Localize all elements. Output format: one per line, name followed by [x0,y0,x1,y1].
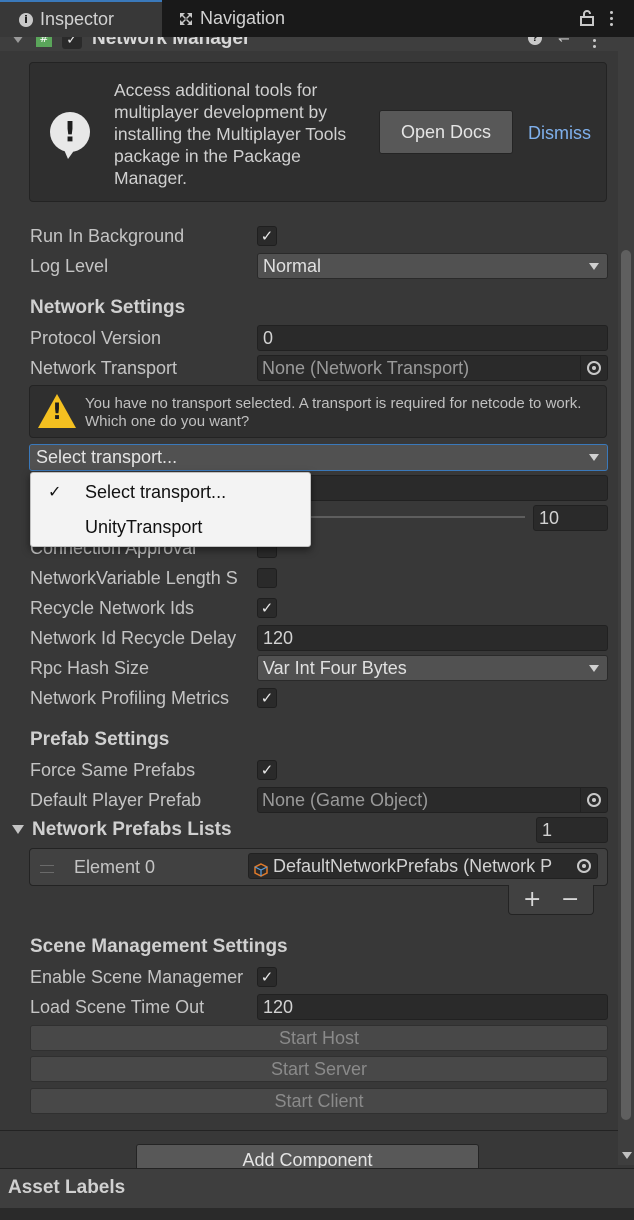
enable-scene-label: Enable Scene Managemer [30,967,244,987]
default-player-label: Default Player Prefab [30,790,202,810]
component-header: # ✓ Network Manager ? ⇌ [0,37,618,51]
profiling-label: Network Profiling Metrics [30,688,230,708]
help-icon[interactable]: ? [528,37,542,45]
prefab-list: Element 0 DefaultNetworkPrefabs (Network… [29,848,608,886]
drag-handle-icon[interactable] [40,865,54,873]
protocol-version-label: Protocol Version [30,328,162,348]
profiling-checkbox[interactable]: ✓ [257,688,277,708]
object-picker-icon[interactable] [587,793,601,807]
minus-icon[interactable]: − [561,887,579,912]
object-picker-icon[interactable] [587,361,601,375]
network-transport-field[interactable]: None (Network Transport) [257,355,608,381]
dismiss-link[interactable]: Dismiss [528,123,591,144]
select-transport-dropdown[interactable]: Select transport... [29,444,608,471]
prefab-settings-heading: Prefab Settings [30,729,170,750]
recycle-delay-label: Network Id Recycle Delay [30,628,237,648]
info-icon: i [18,12,34,28]
default-player-field[interactable]: None (Game Object) [257,787,608,813]
enabled-checkbox[interactable]: ✓ [62,37,82,49]
tools-helpbox: ! Access additional tools for multiplaye… [29,62,607,202]
tab-menu-icon[interactable] [610,11,614,26]
protocol-version-field[interactable]: 0 [257,325,608,351]
chevron-down-icon [589,454,599,461]
open-docs-button[interactable]: Open Docs [379,110,513,154]
list-add-remove: + − [508,885,594,915]
scrollbar-thumb[interactable] [621,250,631,1120]
presets-icon[interactable]: ⇌ [558,37,572,45]
load-timeout-field[interactable]: 120 [257,994,608,1020]
tab-inspector[interactable]: i Inspector [0,0,162,37]
start-server-button[interactable]: Start Server [30,1056,608,1082]
recycle-ids-checkbox[interactable]: ✓ [257,598,277,618]
rpc-hash-dropdown[interactable]: Var Int Four Bytes [257,655,608,681]
network-settings-heading: Network Settings [30,297,186,318]
chevron-down-icon [589,665,599,672]
log-level-label: Log Level [30,256,109,276]
network-transport-label: Network Transport [30,358,178,378]
navigation-icon [178,11,194,27]
object-picker-icon[interactable] [577,859,591,873]
prefab-lists-heading[interactable]: Network Prefabs Lists [32,819,232,841]
transport-popup-menu: ✓ Select transport... UnityTransport [30,472,311,547]
recycle-delay-field[interactable]: 120 [257,625,608,651]
start-host-button[interactable]: Start Host [30,1025,608,1051]
popup-item-unity-transport[interactable]: UnityTransport [31,510,310,544]
force-same-label: Force Same Prefabs [30,760,196,780]
popup-item-select-transport[interactable]: ✓ Select transport... [31,475,310,509]
transport-warning: ! You have no transport selected. A tran… [29,385,607,438]
netvar-length-label: NetworkVariable Length S [30,568,238,588]
rpc-hash-label: Rpc Hash Size [30,658,150,678]
lock-icon[interactable] [580,10,594,31]
warning-text: You have no transport selected. A transp… [85,395,582,430]
chevron-down-icon [589,263,599,270]
enable-scene-checkbox[interactable]: ✓ [257,967,277,987]
scene-management-heading: Scene Management Settings [30,936,288,957]
asset-labels-title: Asset Labels [8,1177,126,1198]
slider-track[interactable] [300,516,525,518]
element0-label: Element 0 [74,857,156,877]
checkmark-icon: ✓ [48,482,62,501]
netvar-length-checkbox[interactable] [257,568,277,588]
tab-navigation[interactable]: Navigation [178,0,285,37]
load-timeout-label: Load Scene Time Out [30,997,205,1017]
foldout-arrow-icon[interactable] [12,37,24,43]
component-title: Network Manager [92,37,251,49]
recycle-ids-label: Recycle Network Ids [30,598,195,618]
foldout-arrow-icon[interactable] [12,825,24,834]
run-in-background-label: Run In Background [30,226,185,246]
prefab-lists-count[interactable]: 1 [536,817,608,843]
element0-field[interactable]: DefaultNetworkPrefabs (Network P [248,853,598,879]
slider-value-field[interactable]: 10 [533,505,608,531]
run-in-background-checkbox[interactable]: ✓ [257,226,277,246]
start-client-button[interactable]: Start Client [30,1088,608,1114]
scriptable-object-icon [254,859,268,877]
scroll-down-icon[interactable] [622,1152,632,1159]
plus-icon[interactable]: + [523,887,541,912]
log-level-dropdown[interactable]: Normal [257,253,608,279]
helpbox-text: Access additional tools for multiplayer … [114,80,347,188]
force-same-checkbox[interactable]: ✓ [257,760,277,780]
component-menu-icon[interactable] [593,37,597,48]
script-icon: # [36,37,52,47]
